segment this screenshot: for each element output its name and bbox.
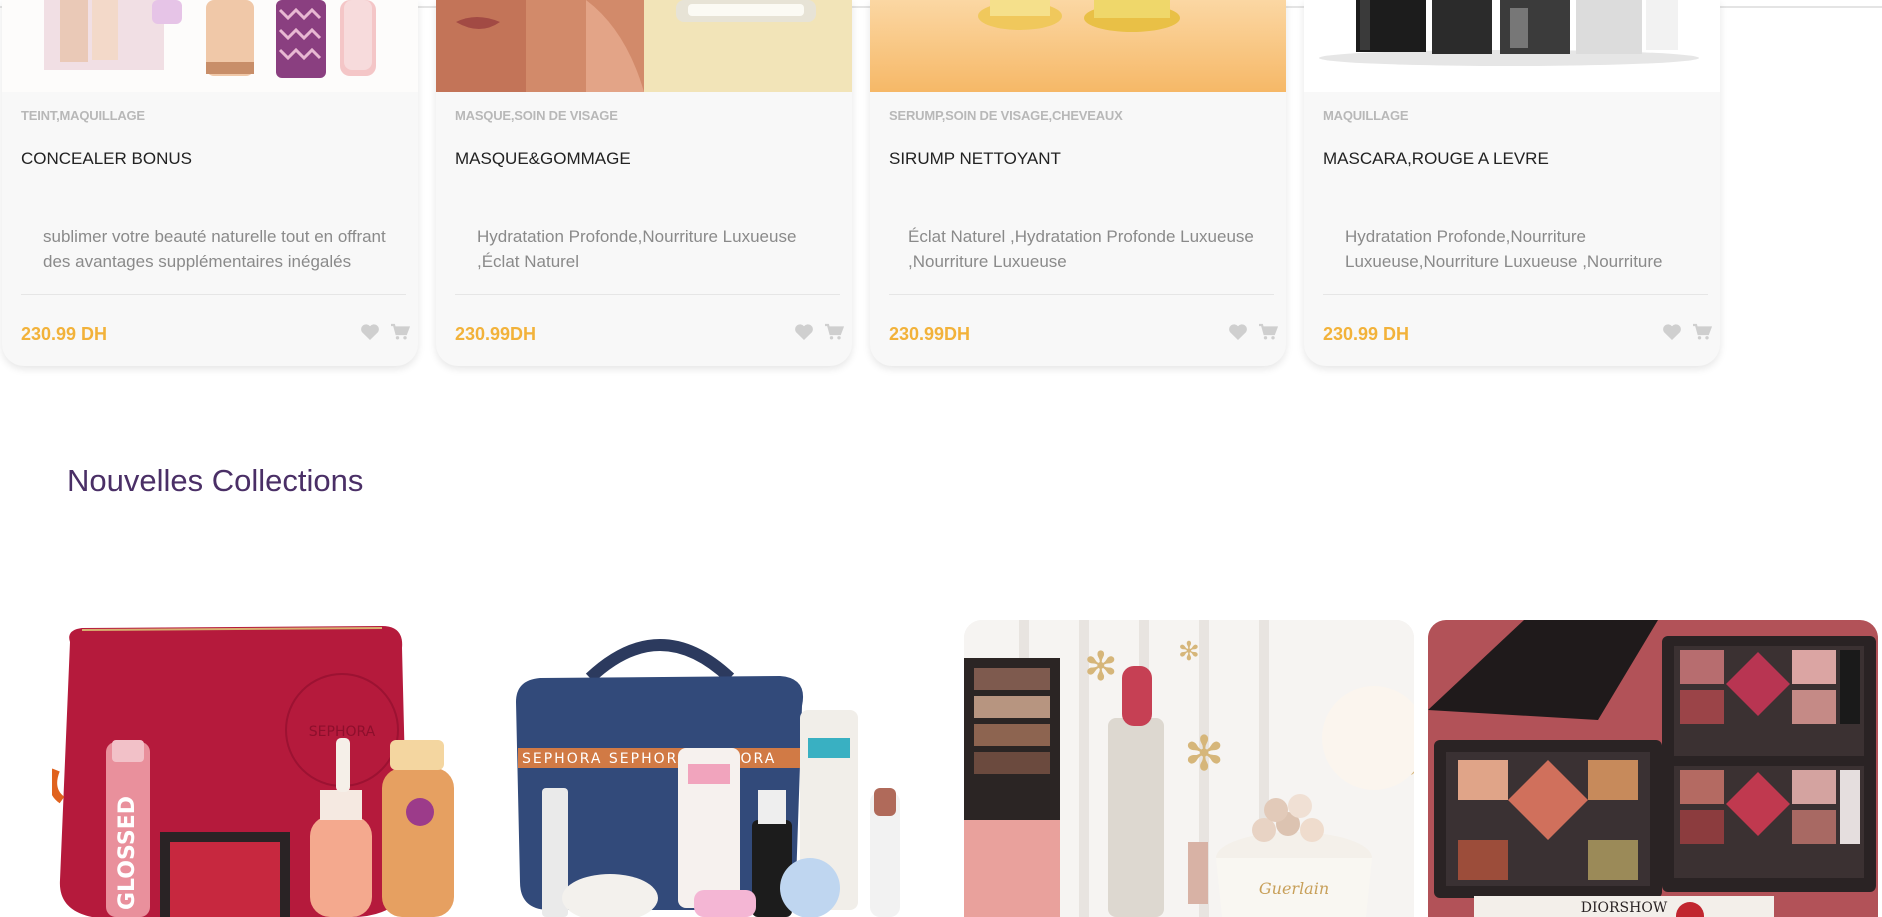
denim-vanity-case-image: SEPHORA SEPHORA SEPHORA — [490, 620, 930, 917]
product-description: Hydratation Profonde,Nourriture Luxueuse… — [477, 227, 797, 271]
face-mask-image — [436, 0, 852, 92]
product-description: Éclat Naturel ,Hydratation Profonde Luxu… — [908, 227, 1254, 271]
product-image[interactable] — [1304, 0, 1720, 92]
product-price: 230.99 DH — [21, 324, 108, 344]
product-title[interactable]: MASQUE&GOMMAGE — [455, 149, 631, 169]
svg-text:✻: ✻ — [1178, 637, 1200, 667]
product-price: 230.99 DH — [1323, 324, 1410, 344]
card-divider — [889, 294, 1274, 295]
product-price: 230.99DH — [455, 324, 537, 344]
mascara-set-image — [1304, 0, 1720, 92]
product-image[interactable] — [436, 0, 852, 92]
product-description: Hydratation Profonde,Nourriture Luxueuse… — [1345, 227, 1663, 271]
product-category: MASQUE,SOIN DE VISAGE — [455, 108, 618, 123]
product-title[interactable]: SIRUMP NETTOYANT — [889, 149, 1061, 169]
makeup-products-image — [2, 0, 418, 92]
product-description: sublimer votre beauté naturelle tout en … — [43, 227, 386, 271]
heart-icon[interactable] — [1228, 323, 1248, 341]
section-title: Nouvelles Collections — [67, 463, 364, 498]
cart-icon[interactable] — [1692, 323, 1712, 341]
product-title[interactable]: MASCARA,ROUGE A LEVRE — [1323, 149, 1549, 169]
heart-icon[interactable] — [794, 323, 814, 341]
product-title[interactable]: CONCEALER BONUS — [21, 149, 192, 169]
product-card[interactable]: MASQUE,SOIN DE VISAGE MASQUE&GOMMAGE Hyd… — [436, 0, 852, 366]
cart-icon[interactable] — [824, 323, 844, 341]
svg-text:✻: ✻ — [1084, 644, 1118, 690]
collection-card[interactable]: ✻ ✻ ✻ ✻ Guerlain — [964, 620, 1414, 917]
product-grid: TEINT,MAQUILLAGE CONCEALER BONUS sublime… — [0, 0, 1882, 370]
product-category: SERUMP,SOIN DE VISAGE,CHEVEAUX — [889, 108, 1123, 123]
heart-icon[interactable] — [1662, 323, 1682, 341]
collection-card[interactable]: SEPHORA GLOSSED — [52, 620, 478, 917]
cart-icon[interactable] — [390, 323, 410, 341]
collection-card[interactable]: DIORSHOW — [1428, 620, 1878, 917]
heart-icon[interactable] — [360, 323, 380, 341]
product-price: 230.99DH — [889, 324, 971, 344]
product-category: TEINT,MAQUILLAGE — [21, 108, 145, 123]
gloss-label-text: GLOSSED — [115, 796, 140, 910]
guerlain-holiday-image: ✻ ✻ ✻ ✻ Guerlain — [964, 620, 1414, 917]
svg-text:✻: ✻ — [1184, 726, 1224, 782]
pouch-emboss-text: SEPHORA — [309, 724, 376, 740]
card-divider — [21, 294, 406, 295]
dior-palette-image: DIORSHOW — [1428, 620, 1878, 917]
red-sephora-pouch-image: SEPHORA GLOSSED — [52, 620, 478, 917]
diorshow-label-text: DIORSHOW — [1581, 900, 1668, 916]
product-image[interactable] — [2, 0, 418, 92]
card-divider — [455, 294, 840, 295]
product-card[interactable]: MAQUILLAGE MASCARA,ROUGE A LEVRE Hydrata… — [1304, 0, 1720, 366]
guerlain-logo-text: Guerlain — [1259, 879, 1329, 898]
card-divider — [1323, 294, 1708, 295]
serum-bottles-image — [870, 0, 1286, 92]
collection-card[interactable]: SEPHORA SEPHORA SEPHORA — [490, 620, 930, 917]
product-card[interactable]: SERUMP,SOIN DE VISAGE,CHEVEAUX SIRUMP NE… — [870, 0, 1286, 366]
product-card[interactable]: TEINT,MAQUILLAGE CONCEALER BONUS sublime… — [2, 0, 418, 366]
product-image[interactable] — [870, 0, 1286, 92]
product-category: MAQUILLAGE — [1323, 108, 1409, 123]
collections-grid: SEPHORA GLOSSED SEPHORA SEPHORA SEPHORA — [0, 620, 1882, 917]
cart-icon[interactable] — [1258, 323, 1278, 341]
